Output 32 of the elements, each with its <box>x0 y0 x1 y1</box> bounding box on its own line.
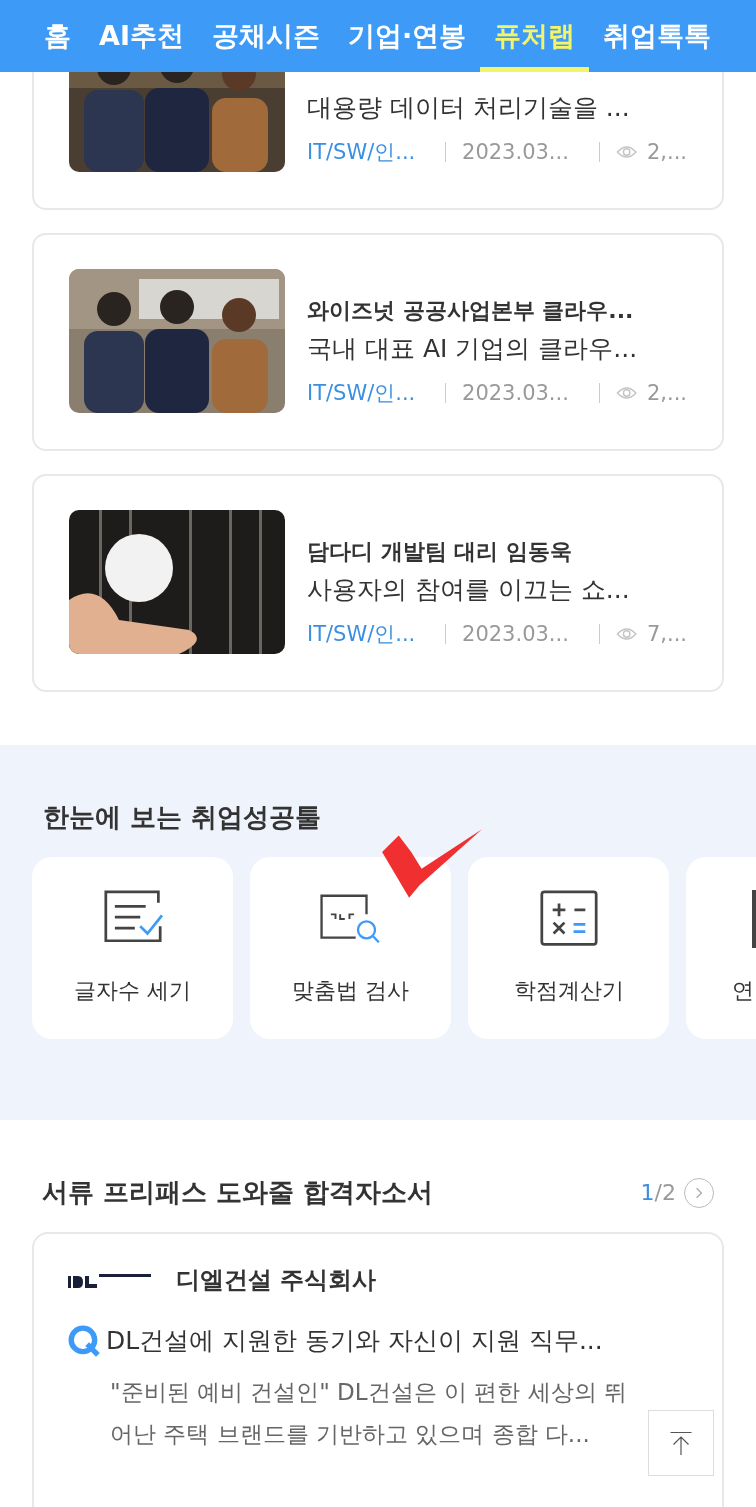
article-date: 2023.03... <box>462 622 569 646</box>
question-text: DL건설에 지원한 동기와 자신이 지원 직무... <box>106 1325 603 1357</box>
article-title: 담다디 개발팀 대리 임동욱 <box>307 538 573 566</box>
calculator-icon <box>537 890 600 948</box>
page-total: /2 <box>654 1180 676 1205</box>
article-summary: 사용자의 참여를 이끄는 쇼... <box>307 574 631 606</box>
scroll-top-button[interactable] <box>648 1410 714 1476</box>
section-heading: 한눈에 보는 취업성공툴 <box>42 801 323 834</box>
tool-card[interactable]: 연 <box>686 857 756 1039</box>
article-date: 2023.03... <box>462 381 569 405</box>
article-summary: 국내 대표 AI 기업의 클라우... <box>307 333 639 365</box>
article-title: 와이즈넛 공공사업본부 클라우... <box>307 297 635 325</box>
next-button[interactable] <box>684 1177 714 1208</box>
article-date: 2023.03... <box>462 140 569 164</box>
chevron-right-icon <box>695 1186 703 1199</box>
tool-card[interactable]: 글자수 세기 <box>32 857 233 1039</box>
view-count: 7,... <box>646 622 687 646</box>
section-heading: 서류 프리패스 도와줄 합격자소서 <box>42 1176 434 1209</box>
article-summary: 대용량 데이터 처리기술을 ... <box>307 92 631 124</box>
category-label: IT/SW/인... <box>307 621 416 648</box>
view-count: 2,... <box>646 140 687 164</box>
tool-card[interactable]: 맞춤법 검사 <box>250 857 451 1039</box>
current-page: 1 <box>640 1180 655 1205</box>
article-card[interactable]: 와이즈넛 공공사업본부 클라우... 국내 대표 AI 기업의 클라우... IT/SW/인... 2023.03... 2,... <box>32 233 724 451</box>
category-label: IT/SW/인... <box>307 380 416 407</box>
question-icon <box>68 1324 100 1357</box>
view-count: 2,... <box>646 381 687 405</box>
article-card[interactable]: 담다디 개발팀 대리 임동욱 사용자의 참여를 이끄는 쇼... IT/SW/인... 2023.03... 7,... <box>32 474 724 692</box>
tool-card[interactable]: 학점계산기 <box>468 857 669 1039</box>
company-name: 디엘건설 주식회사 <box>176 1265 377 1296</box>
category-label: IT/SW/인... <box>307 139 416 166</box>
answer-text: "준비된 예비 건설인" DL건설은 이 편한 세상의 뛰어난 주택 브랜드를 기반하고 있으며 종합 다... <box>110 1378 628 1449</box>
